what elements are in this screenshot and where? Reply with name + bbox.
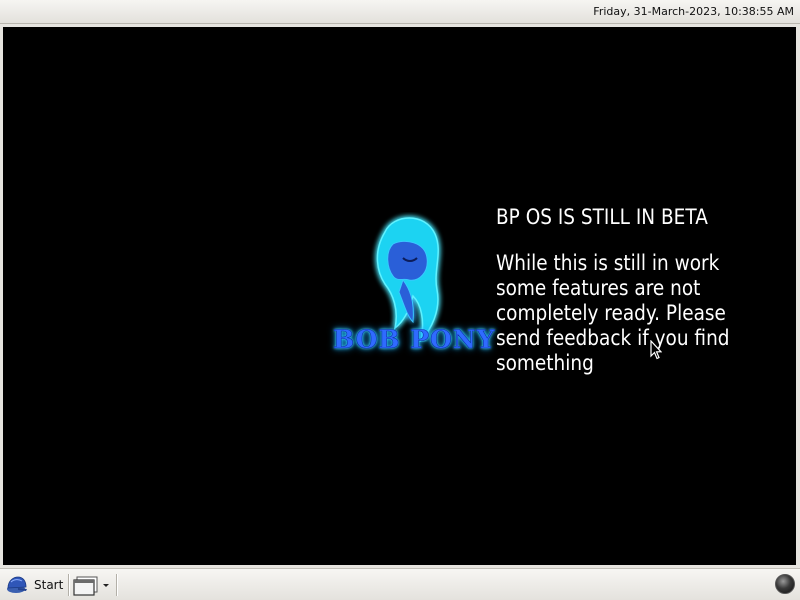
clock[interactable]: Friday, 31-March-2023, 10:38:55 AM — [593, 5, 794, 18]
screen: Friday, 31-March-2023, 10:38:55 AM BOB P… — [0, 0, 800, 600]
taskbar-separator — [68, 574, 70, 596]
taskbar-separator — [116, 574, 118, 596]
notice-line: completely ready. Please — [496, 301, 726, 325]
bob-pony-logo: BOB PONY — [333, 212, 496, 382]
logo-text: BOB PONY — [333, 325, 496, 355]
blue-cap-icon — [7, 576, 27, 593]
notice-line: send feedback if you find — [496, 326, 730, 350]
notice-title: BP OS IS STILL IN BETA — [496, 205, 708, 229]
windows-stack-icon — [73, 576, 109, 596]
top-bar: Friday, 31-March-2023, 10:38:55 AM — [0, 0, 800, 24]
start-label: Start — [34, 578, 64, 592]
status-orb-icon[interactable] — [775, 574, 795, 594]
mouse-pointer-icon — [650, 340, 662, 360]
notice-body: While this is still in work some feature… — [496, 251, 747, 376]
desktop[interactable]: BOB PONY BP OS IS STILL IN BETA While th… — [3, 27, 796, 565]
beta-notice: BP OS IS STILL IN BETA While this is sti… — [496, 203, 786, 376]
chevron-down-icon — [103, 584, 109, 587]
window-switcher-button[interactable] — [72, 572, 114, 598]
notice-line: something — [496, 351, 594, 375]
pony-silhouette-icon — [376, 217, 439, 343]
notice-line: While this is still in work — [496, 251, 720, 275]
taskbar: Start — [0, 568, 800, 600]
start-button[interactable]: Start — [6, 572, 64, 598]
notice-line: some features are not — [496, 276, 701, 300]
